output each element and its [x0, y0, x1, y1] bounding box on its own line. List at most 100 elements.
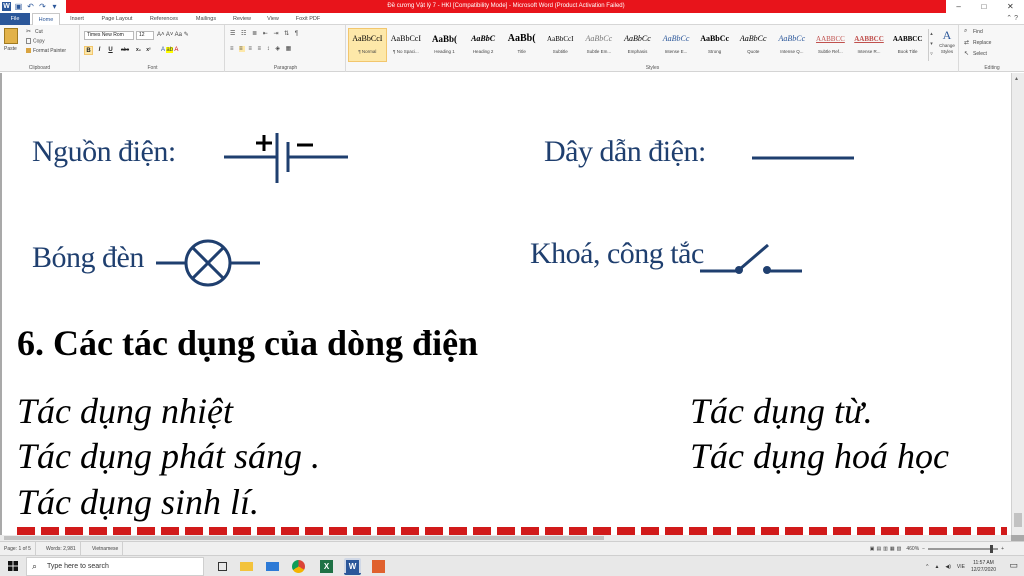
text-effects-icon[interactable]: A ab A: [161, 47, 178, 53]
tab-mailings[interactable]: Mailings: [188, 13, 224, 25]
style-normal[interactable]: AaBbCcI ¶ Normal: [348, 28, 387, 62]
maximize-button[interactable]: □: [981, 2, 986, 11]
zoom-in-button[interactable]: +: [1001, 546, 1004, 552]
input-language[interactable]: VIE: [957, 564, 965, 570]
list-icons[interactable]: ☰ ☷ ≣ ⇤ ⇥ ⇅ ¶: [230, 30, 300, 37]
tab-file[interactable]: File: [0, 13, 30, 25]
tray-expand-icon[interactable]: ^: [926, 564, 928, 570]
excel-icon[interactable]: X: [318, 558, 335, 575]
styles-gallery: AaBbCcI ¶ Normal AaBbCcI ¶ No Spaci... AaB…: [348, 28, 928, 62]
status-bar: Page: 1 of 5 Words: 2,981 Vietnamese ▣▤▥…: [0, 541, 1024, 556]
customize-qat-icon[interactable]: ▾: [50, 2, 59, 11]
paragraph-group: ☰ ☷ ≣ ⇤ ⇥ ⇅ ¶ ≡ ≡ ≡ ≡ ↕ ◈ ▦ Paragraph: [226, 25, 346, 72]
word-logo-icon: W: [2, 2, 11, 11]
clipboard-group: Paste ✂ Cut Copy Format Painter Clipboard: [0, 25, 80, 72]
style-title[interactable]: AaBb(Title: [502, 28, 541, 62]
mail-icon[interactable]: [264, 558, 281, 575]
replace-button[interactable]: ⇄ Replace: [964, 39, 991, 46]
scroll-up-icon[interactable]: ▴: [1015, 75, 1018, 82]
style-no-spacing[interactable]: AaBbCcI ¶ No Spaci...: [387, 28, 426, 62]
paste-icon[interactable]: [4, 28, 18, 44]
style-strong[interactable]: AaBbCc Strong: [695, 28, 734, 62]
zoom-out-button[interactable]: −: [922, 546, 925, 552]
style-heading-1[interactable]: AaBb(Heading 1: [425, 28, 464, 62]
file-explorer-icon[interactable]: [238, 558, 255, 575]
style-subtitle[interactable]: AaBbCcI Subtitle: [541, 28, 580, 62]
notifications-icon[interactable]: ▭: [1009, 560, 1018, 571]
wire-label: Dây dẫn điện:: [544, 135, 706, 168]
word-taskbar-icon[interactable]: W: [344, 558, 361, 575]
style-intense-quote[interactable]: AaBbCc Intense Q...: [773, 28, 812, 62]
change-styles-button[interactable]: A Change Styles: [936, 28, 958, 55]
italic-button[interactable]: I: [95, 46, 104, 55]
quick-access-toolbar: W ▣ ↶ ↷ ▾: [2, 1, 59, 12]
help-icon[interactable]: ⌃ ?: [1006, 13, 1018, 25]
grow-font-icon[interactable]: A˄ A˅ Aa ✎: [157, 31, 189, 38]
zoom-level[interactable]: 460%: [906, 546, 919, 552]
effect-chemical: Tác dụng hoá học: [690, 436, 949, 476]
zoom-slider-knob[interactable]: [990, 545, 994, 553]
tab-insert[interactable]: Insert: [62, 13, 92, 25]
section-heading: 6. Các tác dụng của dòng điện: [17, 323, 479, 363]
language-indicator[interactable]: Vietnamese: [88, 542, 124, 556]
copy-button[interactable]: Copy: [26, 38, 45, 44]
style-heading-2[interactable]: AaBbC Heading 2: [464, 28, 503, 62]
task-view-icon[interactable]: [214, 558, 231, 575]
tab-review[interactable]: Review: [226, 13, 258, 25]
chrome-icon[interactable]: [290, 558, 307, 575]
taskbar-search-input[interactable]: ⌕ Type here to search: [26, 557, 204, 576]
strikethrough-button[interactable]: abc: [118, 46, 132, 55]
style-intense-emphasis[interactable]: AaBbCc Intense E...: [657, 28, 696, 62]
paste-button[interactable]: Paste: [4, 46, 17, 52]
underline-button[interactable]: U: [106, 46, 115, 55]
page-count[interactable]: Page: 1 of 5: [0, 542, 36, 556]
close-button[interactable]: ✕: [1007, 2, 1014, 11]
alignment-icons[interactable]: ≡ ≡ ≡ ≡ ↕ ◈ ▦: [230, 45, 293, 52]
title-bar: W ▣ ↶ ↷ ▾ Đề cương Vật lý 7 - HKI [Compa…: [0, 0, 1024, 13]
taskbar-clock[interactable]: 11:57 AM 12/27/2020: [971, 560, 996, 574]
network-icon[interactable]: ▲: [934, 564, 939, 570]
view-mode-icons[interactable]: ▣▤▥▦▧: [870, 546, 904, 552]
styles-scroll-icon[interactable]: ▴ ▾ ▿: [928, 29, 934, 61]
bold-button[interactable]: B: [84, 46, 93, 55]
windows-start-icon[interactable]: [2, 556, 24, 576]
power-source-label: Nguồn điện:: [32, 135, 176, 168]
vertical-scrollbar[interactable]: ▴: [1011, 73, 1024, 535]
cut-button[interactable]: ✂ Cut: [26, 28, 43, 35]
format-painter-button[interactable]: Format Painter: [26, 48, 66, 54]
style-subtle-emphasis[interactable]: AaBbCc Subtle Em...: [580, 28, 619, 62]
pdf-reader-icon[interactable]: [370, 558, 387, 575]
find-button[interactable]: ⌕ Find: [964, 28, 983, 35]
horizontal-scroll-thumb[interactable]: [4, 536, 604, 540]
volume-icon[interactable]: ◀): [945, 564, 951, 570]
undo-icon[interactable]: ↶: [26, 2, 35, 11]
tab-foxit-pdf[interactable]: Foxit PDF: [288, 13, 328, 25]
scissors-icon: ✂: [26, 29, 32, 35]
style-intense-reference[interactable]: AABBCC Intense R...: [850, 28, 889, 62]
save-icon[interactable]: ▣: [14, 2, 23, 11]
document-page[interactable]: Nguồn điện: Dây dẫn điện: Bóng đèn Khoá,…: [2, 73, 1011, 541]
tab-home[interactable]: Home: [32, 13, 60, 25]
word-count[interactable]: Words: 2,981: [42, 542, 81, 556]
system-tray: ^ ▲ ◀) VIE 11:57 AM 12/27/2020: [926, 556, 996, 576]
tab-references[interactable]: References: [142, 13, 186, 25]
font-name-combobox[interactable]: Times New Rom: [84, 31, 134, 40]
superscript-button[interactable]: x²: [144, 46, 153, 55]
replace-icon: ⇄: [964, 40, 970, 46]
style-quote[interactable]: AaBbCc Quote: [734, 28, 773, 62]
font-size-combobox[interactable]: 12: [136, 31, 154, 40]
select-button[interactable]: ↖ Select: [964, 50, 987, 57]
subscript-button[interactable]: x₂: [134, 46, 143, 55]
style-book-title[interactable]: AABBCC Book Title: [888, 28, 927, 62]
brush-icon: [26, 48, 31, 54]
effect-physiological: Tác dụng sinh lí.: [17, 482, 260, 522]
style-subtle-reference[interactable]: AABBCC Subtle Ref...: [811, 28, 850, 62]
tab-page-layout[interactable]: Page Layout: [94, 13, 140, 25]
zoom-slider[interactable]: [928, 545, 999, 553]
style-emphasis[interactable]: AaBbCc Emphasis: [618, 28, 657, 62]
minimize-button[interactable]: –: [956, 2, 960, 11]
redo-icon[interactable]: ↷: [38, 2, 47, 11]
vertical-scroll-thumb[interactable]: [1014, 513, 1022, 527]
effect-magnetic: Tác dụng từ.: [690, 391, 873, 431]
tab-view[interactable]: View: [260, 13, 286, 25]
